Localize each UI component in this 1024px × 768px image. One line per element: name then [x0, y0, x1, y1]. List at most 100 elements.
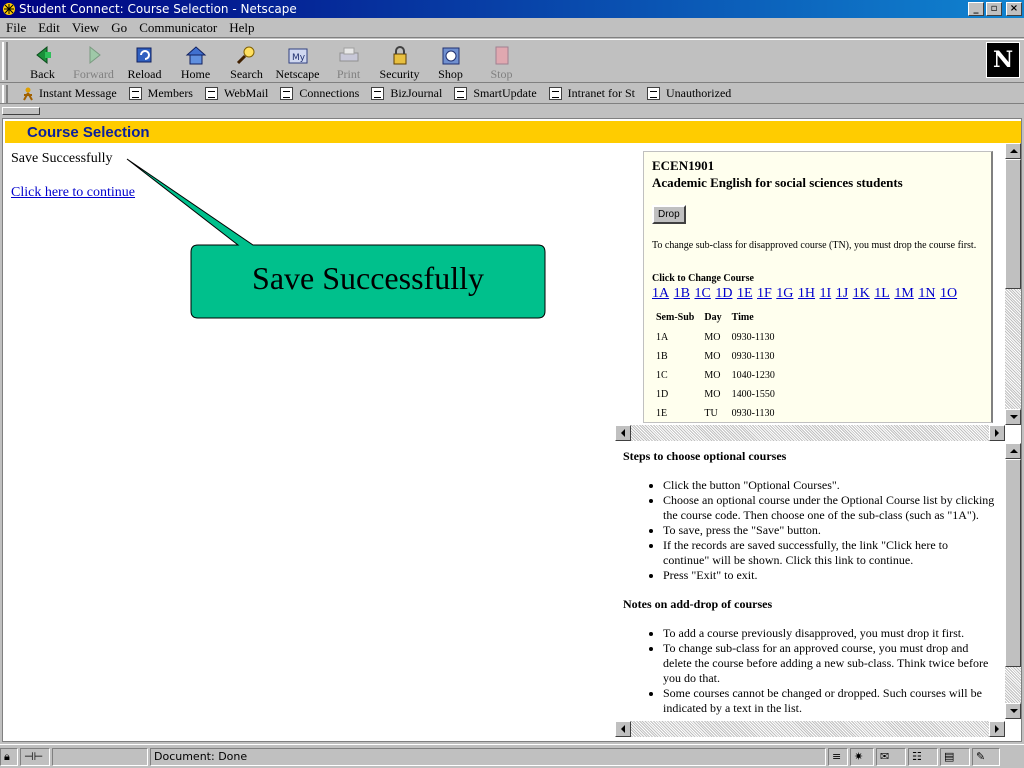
bookmark-unauthorized[interactable]: Unauthorized [646, 86, 731, 101]
list-item: Some courses cannot be changed or droppe… [663, 686, 997, 715]
list-item: To save, press the "Save" button. [663, 523, 997, 538]
stop-button[interactable]: Stop [476, 42, 527, 82]
callout-text: Save Successfully [252, 260, 484, 296]
subclass-link[interactable]: 1M [894, 286, 913, 301]
scroll-right-button[interactable] [989, 425, 1005, 441]
navigator-icon[interactable]: ✷ [850, 747, 874, 766]
search-button[interactable]: Search [221, 42, 272, 82]
netscape-logo-icon [3, 3, 15, 15]
netscape-button[interactable]: My Netscape [272, 42, 323, 82]
subclass-link[interactable]: 1D [715, 286, 732, 301]
subclass-link[interactable]: 1O [940, 286, 957, 301]
personal-toolbar-grip[interactable] [2, 85, 8, 103]
column-header: Time [731, 312, 754, 323]
save-status-text: Save Successfully [11, 151, 113, 166]
component-bar-icon[interactable]: ≡ [828, 747, 848, 766]
back-button[interactable]: Back [17, 42, 68, 82]
steps-list: Click the button "Optional Courses". Cho… [623, 478, 997, 583]
bookmark-intranet[interactable]: Intranet for St [548, 86, 635, 101]
composer-icon[interactable]: ▤ [940, 747, 970, 766]
minimize-button[interactable]: _ [968, 2, 984, 16]
menu-communicator[interactable]: Communicator [133, 20, 223, 36]
security-lock-icon[interactable]: 🔒︎ [0, 747, 18, 766]
home-button[interactable]: Home [170, 42, 221, 82]
subclass-link[interactable]: 1B [674, 286, 690, 301]
scroll-thumb[interactable] [1005, 459, 1021, 667]
subclass-link[interactable]: 1J [836, 286, 848, 301]
bookmark-icon [204, 87, 218, 100]
menu-view[interactable]: View [66, 20, 105, 36]
drop-button[interactable]: Drop [652, 205, 686, 224]
discussion-icon[interactable]: ☷ [908, 747, 938, 766]
subclass-link[interactable]: 1N [918, 286, 935, 301]
subclass-link[interactable]: 1H [798, 286, 815, 301]
scroll-right-button[interactable] [989, 721, 1005, 737]
instructions-frame: Steps to choose optional courses Click t… [615, 443, 1005, 715]
menu-help[interactable]: Help [223, 20, 260, 36]
bookmark-connections[interactable]: Connections [280, 86, 359, 101]
bookmark-bizjournal[interactable]: BizJournal [371, 86, 442, 101]
change-course-label: Click to Change Course [652, 273, 754, 284]
edit-pen-icon[interactable]: ✎ [972, 747, 1000, 766]
course-frame-vscrollbar[interactable] [1005, 143, 1021, 425]
bookmark-instant-message[interactable]: Instant Message [22, 86, 117, 101]
print-button[interactable]: Print [323, 42, 374, 82]
shop-button[interactable]: Shop [425, 42, 476, 82]
mail-icon[interactable]: ✉ [876, 747, 906, 766]
list-item: To change sub-class for an approved cour… [663, 641, 997, 686]
browser-content: Course Selection Save Successfully Click… [2, 118, 1022, 742]
list-item: To add a course previously disapproved, … [663, 626, 997, 641]
drop-note: To change sub-class for disapproved cour… [652, 240, 977, 251]
instructions-vscrollbar[interactable] [1005, 443, 1021, 719]
bookmark-icon [454, 87, 468, 100]
course-name: Academic English for social sciences stu… [652, 175, 903, 190]
personal-toolbar: Instant Message Members WebMail Connecti… [0, 84, 1024, 104]
subclass-links: 1A 1B 1C 1D 1E 1F 1G 1H 1I 1J 1K 1L 1M 1… [652, 286, 983, 302]
course-detail-frame: ECEN1901 Academic English for social sci… [615, 143, 1021, 441]
toolbar-grip[interactable] [2, 42, 8, 80]
subclass-link[interactable]: 1K [853, 286, 870, 301]
table-row: 1C MO 1040-1230 [656, 370, 775, 381]
menu-edit[interactable]: Edit [32, 20, 66, 36]
scroll-thumb[interactable] [1005, 159, 1021, 289]
security-button[interactable]: Security [374, 42, 425, 82]
netscape-throbber-logo[interactable]: N [986, 42, 1020, 78]
course-frame-hscrollbar[interactable] [615, 425, 1005, 441]
subclass-link[interactable]: 1L [874, 286, 890, 301]
bookmark-smartupdate[interactable]: SmartUpdate [454, 86, 537, 101]
menu-file[interactable]: File [0, 20, 32, 36]
subclass-link[interactable]: 1F [757, 286, 772, 301]
subclass-link[interactable]: 1C [694, 286, 710, 301]
forward-icon [89, 45, 101, 65]
subclass-link[interactable]: 1A [652, 286, 669, 301]
steps-title: Steps to choose optional courses [623, 449, 787, 463]
collapsed-toolbar-tab[interactable] [2, 107, 40, 115]
scroll-left-button[interactable] [615, 425, 631, 441]
print-icon [339, 47, 358, 62]
reload-icon [136, 47, 151, 63]
maximize-button[interactable]: ▫ [986, 2, 1002, 16]
search-icon [236, 46, 254, 65]
close-button[interactable]: × [1006, 2, 1022, 16]
scroll-left-button[interactable] [615, 721, 631, 737]
collapsed-toolbar-strip [0, 105, 1024, 117]
subclass-link[interactable]: 1E [737, 286, 753, 301]
continue-link[interactable]: Click here to continue [11, 185, 135, 201]
scroll-up-button[interactable] [1005, 443, 1021, 459]
scroll-down-button[interactable] [1005, 703, 1021, 719]
scroll-down-button[interactable] [1005, 409, 1021, 425]
subclass-link[interactable]: 1I [820, 286, 832, 301]
connection-icon: ⊣⊢ [20, 747, 50, 766]
page-header: Course Selection [5, 121, 1021, 143]
bookmark-webmail[interactable]: WebMail [204, 86, 268, 101]
forward-button[interactable]: Forward [68, 42, 119, 82]
bookmark-members[interactable]: Members [128, 86, 193, 101]
netscape-icon: My [288, 48, 307, 64]
subclass-link[interactable]: 1G [776, 286, 793, 301]
scroll-up-button[interactable] [1005, 143, 1021, 159]
reload-button[interactable]: Reload [119, 42, 170, 82]
instructions-hscrollbar[interactable] [615, 721, 1005, 737]
schedule-table: Sem-Sub Day Time 1A MO 0930-1130 1B MO 0930-… [652, 308, 781, 422]
menu-go[interactable]: Go [105, 20, 133, 36]
navigation-toolbar: Back Forward Reload Home Search My Netsc… [0, 39, 1024, 83]
